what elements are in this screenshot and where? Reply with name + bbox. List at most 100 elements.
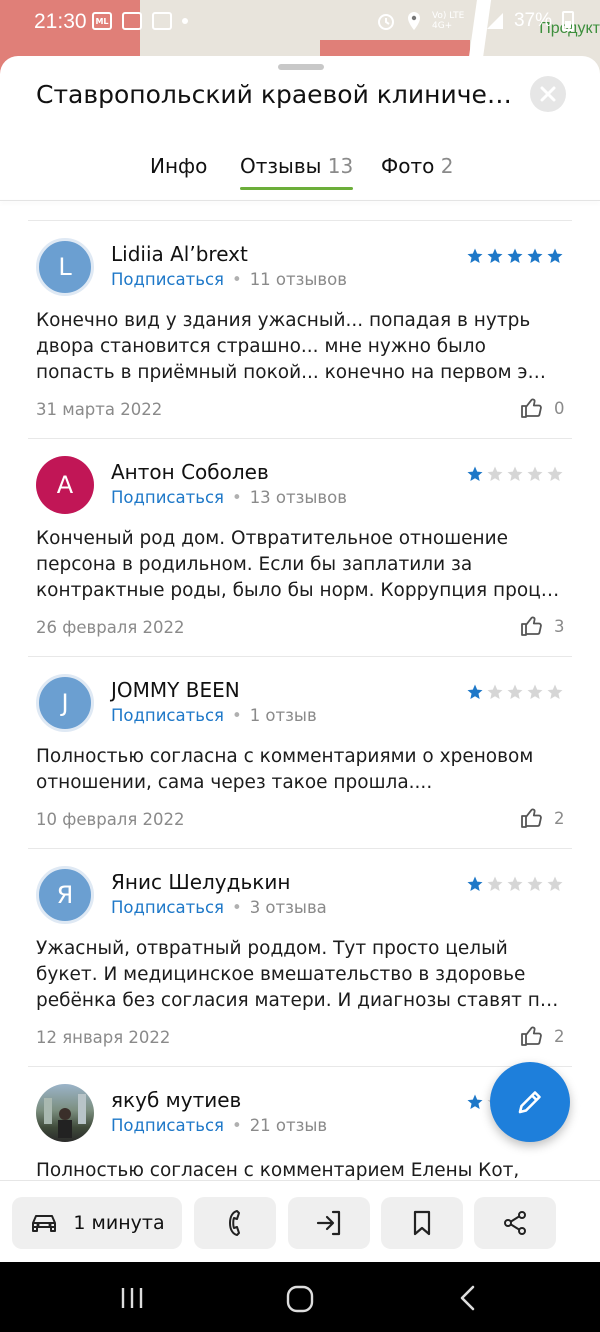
review-date: 31 марта 2022 bbox=[36, 400, 163, 419]
star-icon bbox=[507, 684, 523, 699]
rating-stars bbox=[466, 683, 564, 701]
mom-life-icon: ML bbox=[92, 12, 112, 30]
battery-level: 37% bbox=[513, 10, 552, 31]
avatar[interactable]: J bbox=[36, 674, 94, 732]
reviews-count: 1 отзыв bbox=[249, 706, 317, 725]
star-icon bbox=[547, 684, 563, 699]
close-icon bbox=[540, 86, 556, 102]
subscribe-link[interactable]: Подписаться bbox=[111, 270, 224, 289]
star-icon bbox=[487, 466, 503, 481]
like-button[interactable]: 0 bbox=[520, 396, 565, 420]
tab-label: Инфо bbox=[150, 154, 208, 178]
review-author[interactable]: Янис Шелудькин bbox=[111, 870, 290, 894]
divider bbox=[28, 220, 572, 221]
tab-photos[interactable]: Фото 2 bbox=[381, 154, 453, 178]
subscribe-link[interactable]: Подписаться bbox=[111, 1116, 224, 1135]
star-icon bbox=[547, 248, 563, 263]
tab-reviews[interactable]: Отзывы 13 bbox=[240, 154, 354, 190]
pencil-icon bbox=[518, 1091, 541, 1114]
tab-bar: Инфо Отзывы 13 Фото 2 bbox=[0, 148, 600, 200]
tab-label: Отзывы bbox=[240, 154, 322, 178]
status-bar: 21:30 ML Vo) LTE 4G+ 37% bbox=[0, 0, 600, 44]
route-button[interactable]: 1 минута bbox=[12, 1197, 182, 1249]
place-title: Ставропольский краевой клиниче… bbox=[36, 80, 512, 109]
review-author[interactable]: Lidiia Al’brext bbox=[111, 242, 248, 266]
tab-count: 13 bbox=[327, 154, 354, 178]
tab-label: Фото bbox=[381, 154, 435, 178]
like-button[interactable]: 2 bbox=[520, 806, 565, 830]
divider bbox=[28, 438, 572, 439]
thumbs-up-icon bbox=[521, 1026, 542, 1046]
recent-apps-icon[interactable] bbox=[118, 1284, 146, 1312]
review-author[interactable]: якуб мутиев bbox=[111, 1088, 241, 1112]
avatar[interactable]: А bbox=[36, 456, 94, 514]
tab-divider bbox=[0, 200, 600, 201]
bottom-action-bar: 1 минута bbox=[0, 1180, 600, 1262]
location-icon bbox=[407, 12, 420, 30]
star-icon bbox=[467, 876, 483, 891]
review-text[interactable]: Конечно вид у здания ужасный... попадая … bbox=[36, 308, 566, 386]
review-meta: Подписаться • 11 отзывов bbox=[111, 270, 347, 289]
drag-handle[interactable] bbox=[278, 64, 324, 70]
car-icon bbox=[32, 1215, 57, 1232]
user-photo bbox=[44, 1094, 86, 1138]
status-time: 21:30 bbox=[34, 10, 87, 33]
divider bbox=[28, 1066, 572, 1067]
star-icon bbox=[467, 466, 483, 481]
divider bbox=[28, 848, 572, 849]
like-button[interactable]: 2 bbox=[520, 1024, 565, 1048]
review-date: 26 февраля 2022 bbox=[36, 618, 185, 637]
review-text[interactable]: Полностью согласна с комментариями о хре… bbox=[36, 744, 566, 796]
system-nav-bar bbox=[0, 1262, 600, 1332]
image-icon bbox=[122, 12, 142, 30]
back-icon[interactable] bbox=[456, 1284, 480, 1312]
star-icon bbox=[507, 248, 523, 263]
divider bbox=[28, 656, 572, 657]
signal-icon bbox=[486, 13, 503, 29]
subscribe-link[interactable]: Подписаться bbox=[111, 488, 224, 507]
route-time: 1 минута bbox=[73, 1212, 165, 1234]
review-text[interactable]: Конченый род дом. Отвратительное отношен… bbox=[36, 526, 566, 604]
likes-count: 0 bbox=[554, 398, 565, 418]
star-icon bbox=[487, 684, 503, 699]
avatar[interactable]: Я bbox=[36, 866, 94, 924]
network-label: Vo) LTE 4G+ bbox=[431, 11, 465, 31]
review-text[interactable]: Ужасный, отвратный роддом. Тут просто це… bbox=[36, 936, 566, 1014]
like-button[interactable]: 3 bbox=[520, 614, 565, 638]
share-icon bbox=[504, 1211, 526, 1235]
review-meta: Подписаться • 1 отзыв bbox=[111, 706, 317, 725]
star-icon bbox=[527, 876, 543, 891]
enter-icon bbox=[316, 1210, 341, 1236]
reviews-count: 11 отзывов bbox=[249, 270, 347, 289]
likes-count: 3 bbox=[554, 616, 565, 636]
write-review-button[interactable] bbox=[490, 1062, 570, 1142]
tab-info[interactable]: Инфо bbox=[150, 154, 207, 178]
thumbs-up-icon bbox=[521, 808, 542, 828]
likes-count: 2 bbox=[554, 1026, 565, 1046]
star-icon bbox=[527, 684, 543, 699]
review-meta: Подписаться • 21 отзыв bbox=[111, 1116, 328, 1135]
avatar[interactable]: L bbox=[36, 238, 94, 296]
battery-icon bbox=[562, 11, 574, 31]
alarm-icon bbox=[377, 14, 394, 30]
review-meta: Подписаться • 13 отзывов bbox=[111, 488, 347, 507]
avatar[interactable] bbox=[36, 1084, 94, 1142]
rating-stars bbox=[466, 465, 564, 483]
subscribe-link[interactable]: Подписаться bbox=[111, 706, 224, 725]
calendar-icon bbox=[152, 12, 172, 30]
star-icon bbox=[507, 876, 523, 891]
bookmark-icon bbox=[413, 1210, 431, 1236]
call-button[interactable] bbox=[194, 1197, 276, 1249]
review-author[interactable]: JOMMY BEEN bbox=[111, 678, 240, 702]
review-date: 12 января 2022 bbox=[36, 1028, 171, 1047]
tab-count: 2 bbox=[440, 154, 454, 178]
review-author[interactable]: Антон Соболев bbox=[111, 460, 269, 484]
home-icon[interactable] bbox=[285, 1284, 315, 1314]
reviews-count: 13 отзывов bbox=[249, 488, 347, 507]
bookmark-button[interactable] bbox=[381, 1197, 463, 1249]
subscribe-link[interactable]: Подписаться bbox=[111, 898, 224, 917]
share-button[interactable] bbox=[474, 1197, 556, 1249]
review-meta: Подписаться • 3 отзыва bbox=[111, 898, 327, 917]
entrance-button[interactable] bbox=[288, 1197, 370, 1249]
close-button[interactable] bbox=[530, 76, 566, 112]
